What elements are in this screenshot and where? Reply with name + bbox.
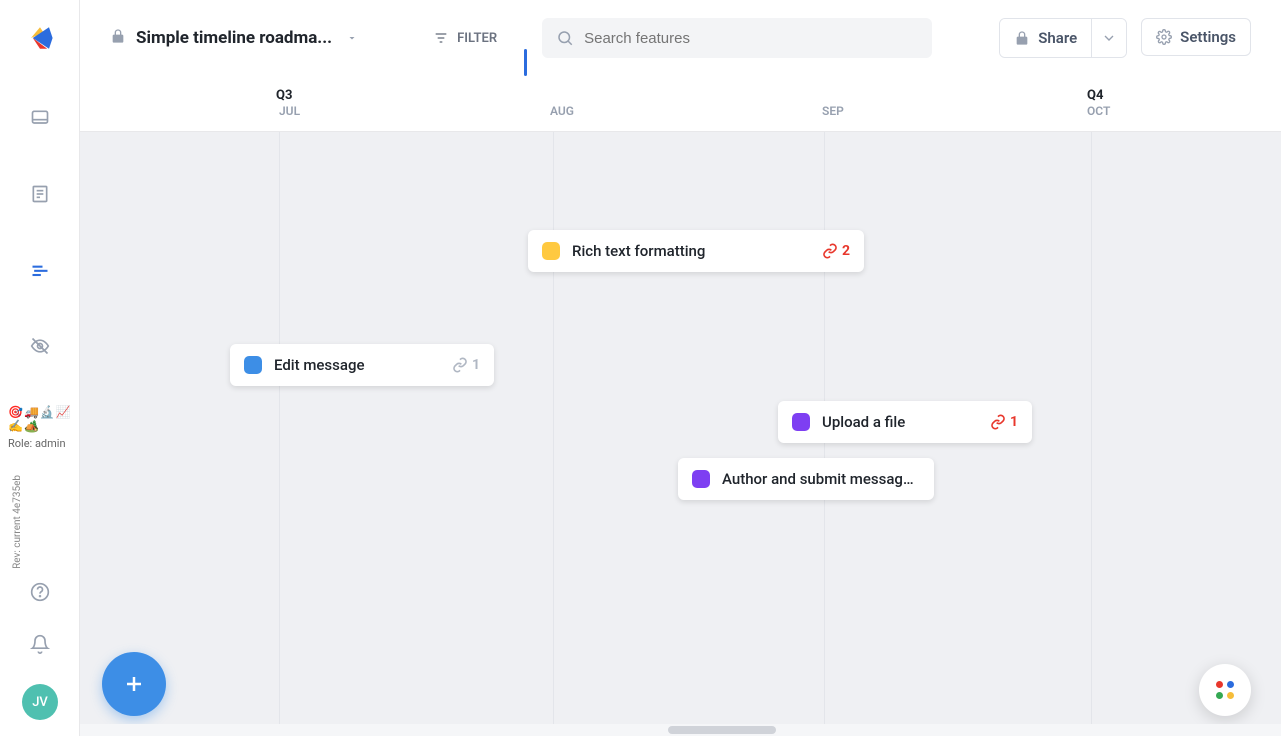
timeline-card[interactable]: Upload a file 1	[778, 401, 1032, 443]
gridline	[553, 132, 554, 724]
card-link-count[interactable]: 1	[452, 357, 480, 373]
card-color-swatch	[542, 242, 560, 260]
help-icon[interactable]	[28, 580, 52, 604]
notifications-icon[interactable]	[28, 632, 52, 656]
chat-dots-icon	[1216, 681, 1234, 699]
nav-docs-icon[interactable]	[28, 182, 52, 206]
chevron-down-icon[interactable]	[346, 29, 358, 48]
share-button[interactable]: Share	[1000, 19, 1091, 57]
revision-label: Rev: current 4e735eb	[12, 475, 23, 569]
plus-icon	[122, 672, 146, 696]
roadmap-title-group[interactable]: Simple timeline roadma...	[110, 28, 358, 48]
roadmap-title: Simple timeline roadma...	[136, 28, 332, 48]
app-logo[interactable]	[22, 20, 58, 56]
chevron-down-icon	[1101, 30, 1117, 46]
user-avatar[interactable]: JV	[22, 684, 58, 720]
chat-widget[interactable]	[1199, 664, 1251, 716]
nav-board-icon[interactable]	[28, 106, 52, 130]
card-title: Author and submit message ...	[722, 470, 920, 488]
month-label: AUG	[550, 104, 574, 118]
filter-button[interactable]: FILTER	[433, 30, 497, 46]
debug-panel: 🎯🚚🔬📈 ✍️🏕️ Role: admin	[8, 405, 72, 450]
nav-hidden-icon[interactable]	[28, 334, 52, 358]
lock-icon	[110, 28, 126, 48]
card-title: Upload a file	[822, 413, 978, 431]
timeline-canvas[interactable]: Rich text formatting2Edit message1Upload…	[80, 132, 1281, 724]
top-bar: Simple timeline roadma... FILTER Share S…	[80, 0, 1281, 76]
quarter-label: Q3	[276, 88, 292, 103]
add-feature-fab[interactable]	[102, 652, 166, 716]
share-button-group: Share	[999, 18, 1127, 58]
settings-button[interactable]: Settings	[1141, 18, 1251, 56]
gear-icon	[1156, 29, 1172, 45]
search-icon	[556, 29, 574, 47]
lock-icon	[1014, 30, 1030, 46]
timeline-card[interactable]: Edit message 1	[230, 344, 494, 386]
timeline-card[interactable]: Author and submit message ...	[678, 458, 934, 500]
timeline-card[interactable]: Rich text formatting 2	[528, 230, 864, 272]
card-link-count[interactable]: 2	[822, 243, 850, 259]
timeline-header: Q3 Q4 JUL AUG SEP OCT	[80, 76, 1281, 132]
month-label: OCT	[1087, 104, 1110, 118]
card-title: Edit message	[274, 356, 440, 374]
scrollbar-thumb[interactable]	[668, 726, 776, 734]
gridline	[1091, 132, 1092, 724]
horizontal-scrollbar[interactable]	[80, 724, 1281, 736]
card-color-swatch	[244, 356, 262, 374]
card-link-count[interactable]: 1	[990, 414, 1018, 430]
card-color-swatch	[792, 413, 810, 431]
share-label: Share	[1038, 29, 1077, 47]
filter-label: FILTER	[457, 31, 497, 46]
share-dropdown-button[interactable]	[1092, 19, 1126, 57]
today-indicator	[524, 49, 527, 76]
month-label: JUL	[279, 104, 300, 118]
month-label: SEP	[822, 104, 844, 118]
left-sidebar: 🎯🚚🔬📈 ✍️🏕️ Role: admin Rev: current 4e735…	[0, 0, 80, 736]
nav-timeline-icon[interactable]	[28, 258, 52, 282]
card-title: Rich text formatting	[572, 242, 810, 260]
settings-label: Settings	[1180, 28, 1236, 46]
card-color-swatch	[692, 470, 710, 488]
quarter-label: Q4	[1087, 88, 1103, 103]
gridline	[279, 132, 280, 724]
search-box[interactable]	[542, 18, 932, 58]
search-input[interactable]	[584, 30, 918, 47]
